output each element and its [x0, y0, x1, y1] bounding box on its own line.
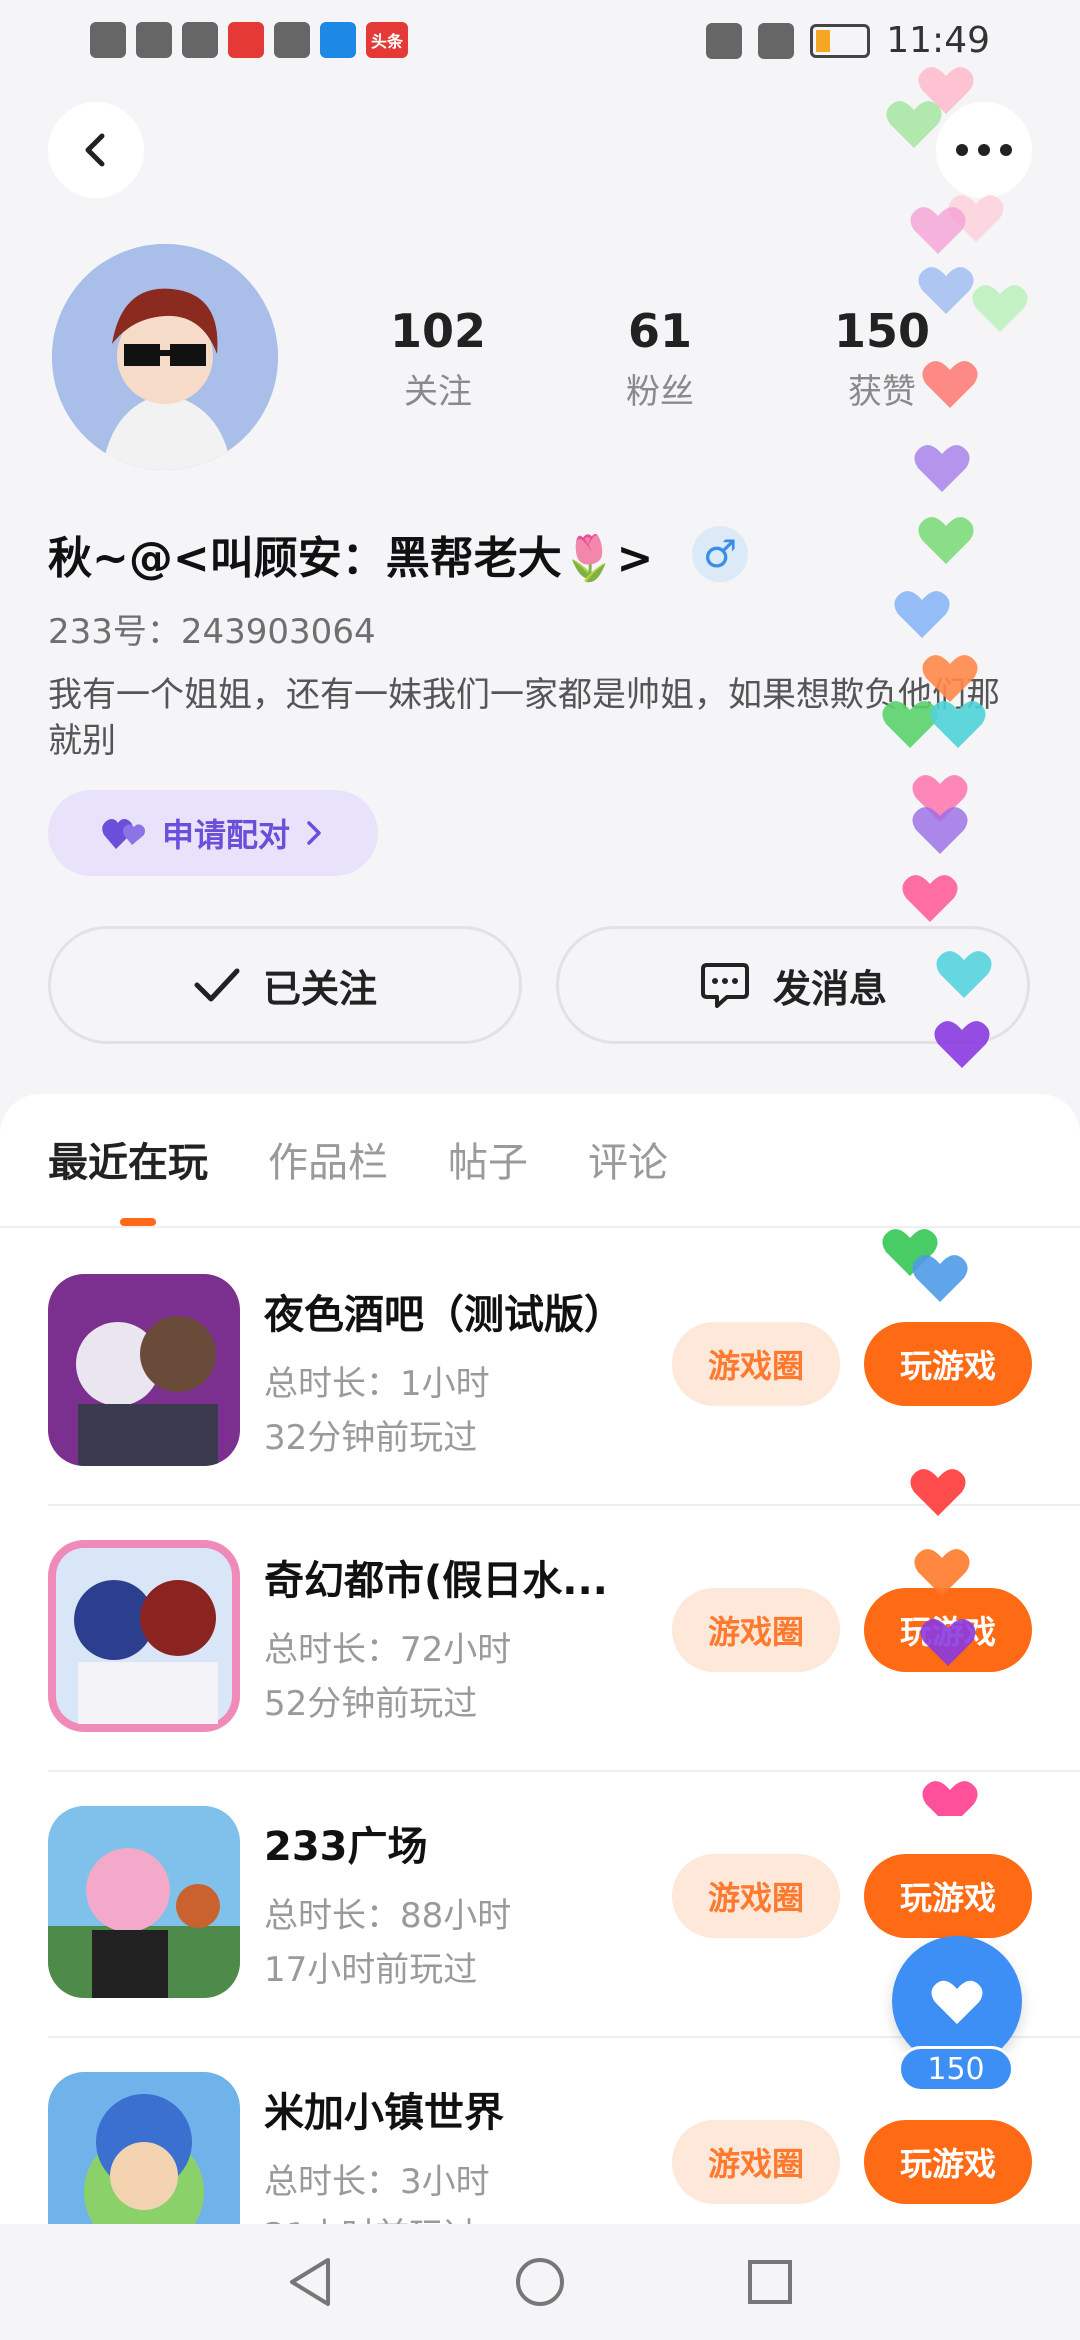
- heart-icon: [914, 1549, 970, 1596]
- heart-icon: [914, 445, 970, 492]
- game-title: 夜色酒吧（测试版）: [264, 1292, 624, 1338]
- game-duration: 总时长：3小时: [264, 2162, 490, 2202]
- toutiao-icon: 头条: [366, 22, 408, 58]
- cast-icon: [706, 22, 743, 59]
- heart-icon: [910, 1469, 966, 1516]
- game-duration: 总时长：88小时: [264, 1896, 512, 1936]
- chat-bubble-icon: [700, 963, 749, 1008]
- play-game-button[interactable]: 玩游戏: [864, 2120, 1032, 2204]
- pair-request-button[interactable]: 申请配对: [48, 790, 378, 876]
- game-icon: [48, 1806, 240, 1998]
- tab-bar: 最近在玩 作品栏 帖子 评论: [48, 1130, 668, 1188]
- game-icon: [48, 1274, 240, 1466]
- game-icon: [48, 1540, 240, 1732]
- game-circle-button[interactable]: 游戏圈: [672, 1322, 840, 1406]
- heart-icon: [902, 875, 958, 922]
- game-title: 233广场: [264, 1824, 428, 1870]
- tab-indicator: [120, 1218, 156, 1226]
- tab-comments[interactable]: 评论: [588, 1130, 668, 1188]
- heart-icon: [882, 701, 938, 748]
- heart-icon: [886, 101, 942, 148]
- stat-fans-count: 61: [627, 304, 692, 358]
- floating-hearts-decoration: [882, 67, 1028, 1816]
- game-circle-button[interactable]: 游戏圈: [672, 2120, 840, 2204]
- eye-icon: [758, 22, 795, 59]
- like-count-badge: 150: [898, 2046, 1014, 2092]
- recorder-icon: [228, 22, 264, 58]
- game-last-played: 32分钟前玩过: [264, 1418, 478, 1458]
- heart-icon: [931, 1980, 983, 2025]
- chevron-left-icon: [85, 133, 105, 167]
- wifi-icon: [136, 22, 172, 58]
- baidu-icon: [320, 22, 356, 58]
- heart-icon: [918, 517, 974, 564]
- game-circle-button[interactable]: 游戏圈: [672, 1588, 840, 1672]
- game-circle-button[interactable]: 游戏圈: [672, 1854, 840, 1938]
- play-game-button[interactable]: 玩游戏: [864, 1854, 1032, 1938]
- gender-badge: ♂: [692, 526, 748, 582]
- game-last-played: 52分钟前玩过: [264, 1684, 478, 1724]
- tab-works[interactable]: 作品栏: [268, 1130, 388, 1188]
- tab-recent-play[interactable]: 最近在玩: [48, 1130, 208, 1188]
- stat-following[interactable]: 102 关注: [338, 304, 538, 413]
- heart-icon: [934, 1021, 990, 1068]
- game-title: 奇幻都市(假日水...: [264, 1558, 608, 1604]
- game-last-played: 17小时前玩过: [264, 1950, 478, 1990]
- avatar[interactable]: [52, 244, 278, 470]
- status-time: 11:49: [886, 20, 990, 61]
- heart-icon: [936, 951, 992, 998]
- game-cover-image: [48, 1540, 240, 1732]
- game-title: 米加小镇世界: [264, 2090, 504, 2136]
- heart-icon: [918, 267, 974, 314]
- follow-button[interactable]: 已关注: [48, 926, 522, 1044]
- game-duration: 总时长：72小时: [264, 1630, 512, 1670]
- system-nav-bar: [0, 2224, 1080, 2340]
- nav-recents-icon[interactable]: [742, 2254, 798, 2310]
- stat-fans[interactable]: 61 粉丝: [560, 304, 760, 413]
- message-label: 发消息: [772, 966, 887, 1011]
- game-cover-image: [48, 1274, 240, 1466]
- heart-icon: [922, 1781, 978, 1816]
- status-icons-left: 头条: [90, 22, 408, 58]
- tab-posts[interactable]: 帖子: [448, 1130, 528, 1188]
- alert-icon: [274, 22, 310, 58]
- follow-label: 已关注: [262, 966, 377, 1011]
- heart-icon: [912, 1255, 968, 1302]
- status-icons-right: 11:49: [706, 20, 990, 61]
- heart-icon: [922, 655, 978, 702]
- heart-icon: [922, 361, 978, 408]
- game-cover-image: [48, 1806, 240, 1998]
- heart-icon: [920, 1619, 976, 1666]
- heart-icon: [910, 207, 966, 254]
- profile-name: 秋~@<叫顾安：黑帮老大🌷>: [48, 533, 654, 584]
- double-heart-icon: [102, 819, 145, 849]
- pair-request-label: 申请配对: [161, 816, 290, 854]
- stat-following-label: 关注: [404, 372, 472, 412]
- stat-following-count: 102: [389, 304, 487, 358]
- stat-fans-label: 粉丝: [626, 372, 694, 412]
- data-speed-icon: [182, 22, 218, 58]
- heart-icon: [930, 701, 986, 748]
- avatar-illustration: [52, 244, 278, 470]
- nav-home-icon[interactable]: [512, 2254, 568, 2310]
- check-icon: [194, 968, 240, 1002]
- game-duration: 总时长：1小时: [264, 1364, 490, 1404]
- heart-icon: [972, 285, 1028, 332]
- profile-id: 233号：243903064: [48, 612, 376, 652]
- signal-icon: [90, 22, 126, 58]
- chevron-right-icon: [307, 821, 321, 845]
- battery-icon: [810, 23, 871, 58]
- heart-icon: [894, 591, 950, 638]
- back-button[interactable]: [48, 102, 144, 198]
- nav-back-icon[interactable]: [282, 2254, 338, 2310]
